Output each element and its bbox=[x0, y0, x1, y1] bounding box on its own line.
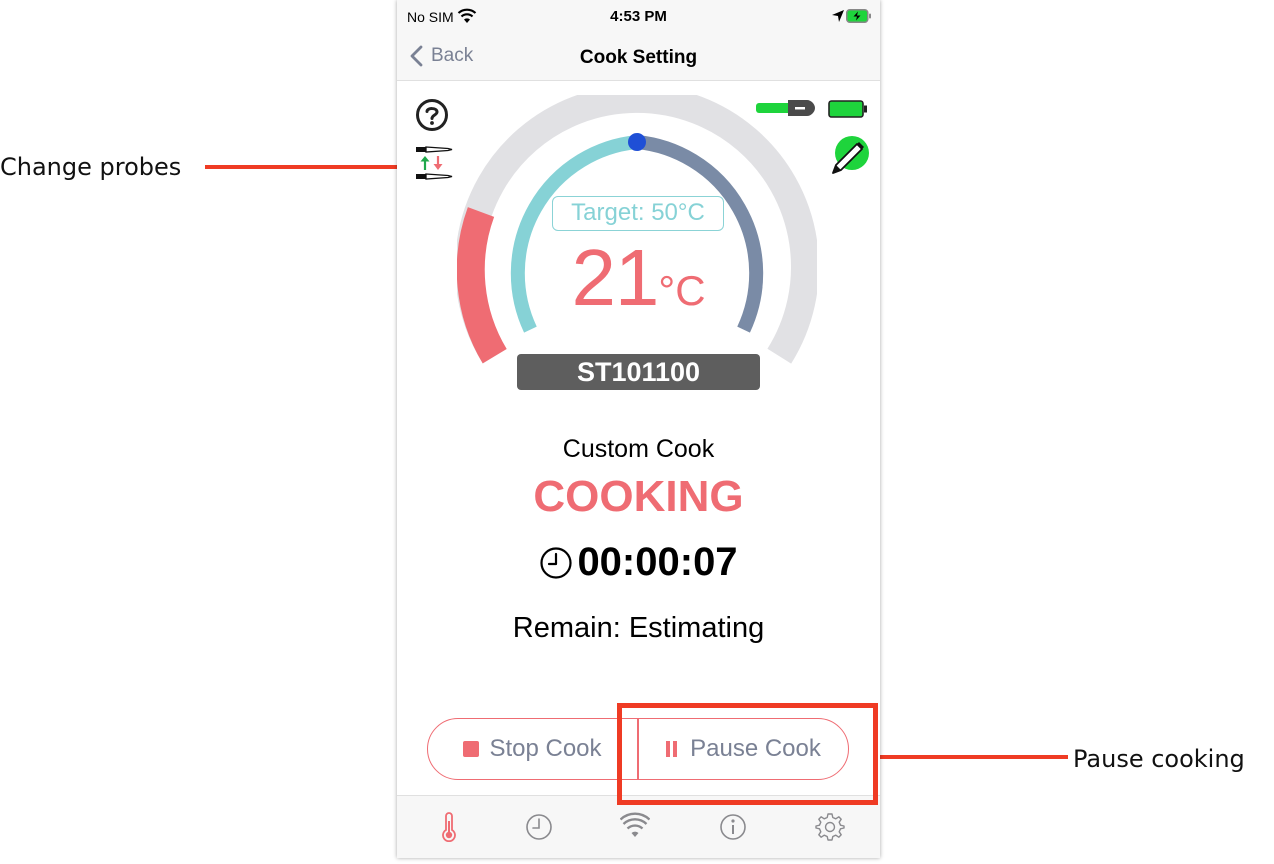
annotation-pause-cooking: Pause cooking bbox=[1073, 745, 1245, 773]
target-temperature[interactable]: Target: 50°C bbox=[552, 196, 724, 231]
status-bar: No SIM 4:53 PM bbox=[397, 0, 880, 36]
change-probes-icon[interactable] bbox=[414, 142, 454, 184]
temp-unit: °C bbox=[658, 267, 706, 314]
nav-bar: Back Cook Setting bbox=[397, 36, 880, 81]
tab-thermometer-icon[interactable] bbox=[434, 812, 464, 842]
page-title: Cook Setting bbox=[579, 47, 698, 68]
location-arrow-icon bbox=[832, 10, 844, 22]
tab-clock-icon[interactable] bbox=[524, 812, 554, 842]
tab-gear-icon[interactable] bbox=[815, 812, 845, 842]
annotation-line-pause-cooking bbox=[876, 755, 1068, 759]
clock-icon bbox=[540, 546, 573, 579]
current-temp-value: 21 bbox=[571, 233, 659, 322]
clock-time: 4:53 PM bbox=[610, 8, 667, 25]
tab-wifi-icon[interactable] bbox=[620, 812, 650, 842]
cook-status: COOKING bbox=[533, 472, 744, 521]
annotation-change-probes: Change probes bbox=[0, 153, 182, 181]
remaining-time: Remain: Estimating bbox=[512, 612, 765, 644]
help-icon[interactable] bbox=[415, 98, 449, 132]
edit-probe-icon[interactable] bbox=[827, 134, 871, 178]
current-temperature: 21°C bbox=[397, 232, 880, 324]
status-battery-icon bbox=[846, 9, 871, 23]
stop-cook-label: Stop Cook bbox=[489, 735, 602, 762]
elapsed-time: 00:00:07 bbox=[577, 540, 738, 584]
annotation-line-change-probes bbox=[205, 165, 402, 169]
cook-type: Custom Cook bbox=[562, 435, 715, 463]
probe-battery-icon bbox=[828, 100, 867, 118]
stop-icon bbox=[463, 741, 480, 757]
stop-cook-button[interactable]: Stop Cook bbox=[428, 719, 637, 779]
elapsed-timer: 00:00:07 bbox=[397, 540, 880, 585]
device-id-label: ST101100 bbox=[517, 354, 760, 390]
annotation-box-pause-cooking bbox=[617, 703, 878, 805]
gauge-target-marker bbox=[628, 133, 646, 151]
tab-info-icon[interactable] bbox=[718, 812, 748, 842]
